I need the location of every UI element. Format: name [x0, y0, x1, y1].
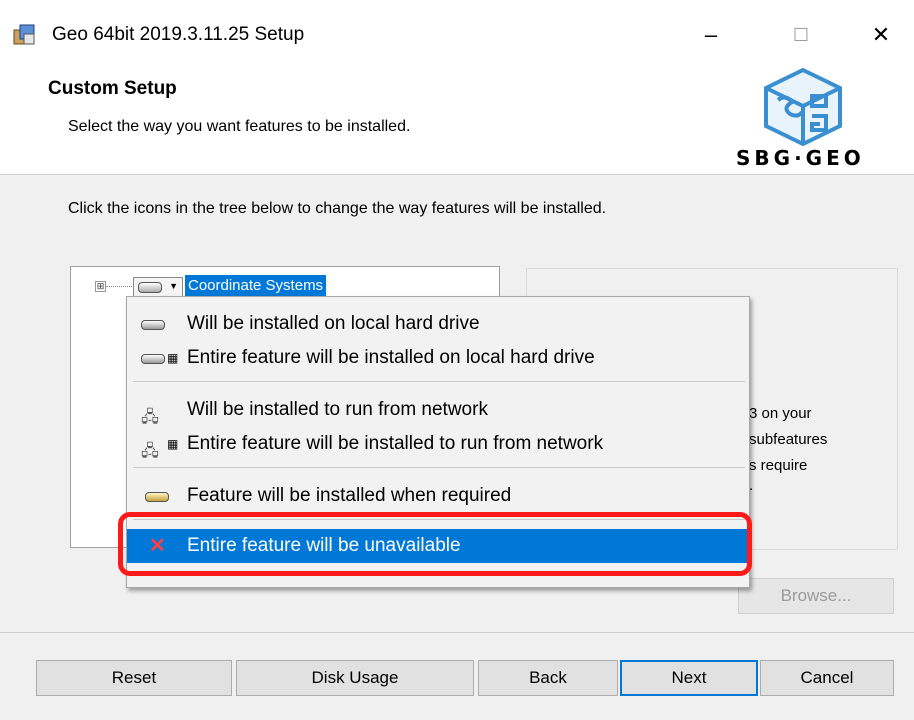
- next-button[interactable]: Next: [620, 660, 758, 696]
- disk-usage-button[interactable]: Disk Usage: [236, 660, 474, 696]
- hard-drive-icon: [138, 282, 162, 293]
- cancel-button[interactable]: Cancel: [760, 660, 894, 696]
- minimize-button[interactable]: –: [688, 18, 734, 52]
- reset-button[interactable]: Reset: [36, 660, 232, 696]
- menu-item-install-on-demand[interactable]: Feature will be installed when required: [127, 479, 749, 513]
- network-all-icon: 🖧 ▦: [141, 437, 179, 460]
- menu-item-install-local[interactable]: Will be installed on local hard drive: [127, 307, 749, 341]
- instruction-text: Click the icons in the tree below to cha…: [68, 200, 607, 217]
- menu-item-label: Entire feature will be installed on loca…: [187, 347, 595, 368]
- window-title: Geo 64bit 2019.3.11.25 Setup: [52, 24, 305, 45]
- page-subtitle: Select the way you want features to be i…: [68, 118, 411, 135]
- close-button[interactable]: ✕: [858, 18, 904, 52]
- description-fragment: s require: [749, 457, 808, 474]
- install-on-demand-icon: [137, 479, 181, 513]
- feature-state-dropdown[interactable]: ▼: [133, 277, 183, 297]
- description-fragment: 3 on your: [749, 405, 812, 422]
- menu-item-run-network[interactable]: 🖧 Will be installed to run from network: [127, 393, 749, 427]
- menu-item-label: Feature will be installed when required: [187, 485, 512, 506]
- sbg-geo-logo-icon: [764, 67, 842, 146]
- title-bar: Geo 64bit 2019.3.11.25 Setup – ☐ ✕: [0, 0, 914, 62]
- menu-item-run-network-all[interactable]: 🖧 ▦ Entire feature will be installed to r…: [127, 427, 749, 461]
- menu-separator: [133, 467, 745, 468]
- menu-separator: [133, 381, 745, 382]
- chevron-down-icon: ▼: [169, 281, 178, 291]
- logo-text: SBG·GEO: [736, 146, 865, 170]
- menu-item-label: Will be installed on local hard drive: [187, 313, 480, 334]
- tree-expand-icon[interactable]: ⊞: [95, 281, 106, 292]
- page-title: Custom Setup: [48, 78, 177, 99]
- installer-app-icon: [13, 24, 35, 45]
- footer-divider: [0, 632, 914, 633]
- description-fragment: subfeatures: [749, 431, 828, 448]
- highlight-annotation: [118, 512, 752, 576]
- hard-drive-icon: [137, 307, 181, 341]
- tree-node-coordinate-systems[interactable]: Coordinate Systems: [185, 275, 327, 296]
- menu-item-label: Entire feature will be installed to run …: [187, 433, 604, 454]
- maximize-button[interactable]: ☐: [778, 18, 824, 52]
- back-button[interactable]: Back: [478, 660, 618, 696]
- menu-item-label: Will be installed to run from network: [187, 399, 488, 420]
- hard-drive-all-icon: ▦: [137, 341, 181, 375]
- browse-button[interactable]: Browse...: [738, 578, 894, 614]
- setup-header: Custom Setup Select the way you want fea…: [0, 62, 914, 175]
- tree-connector: [106, 286, 132, 287]
- menu-item-install-local-all[interactable]: ▦ Entire feature will be installed on lo…: [127, 341, 749, 375]
- network-icon: 🖧: [141, 409, 159, 426]
